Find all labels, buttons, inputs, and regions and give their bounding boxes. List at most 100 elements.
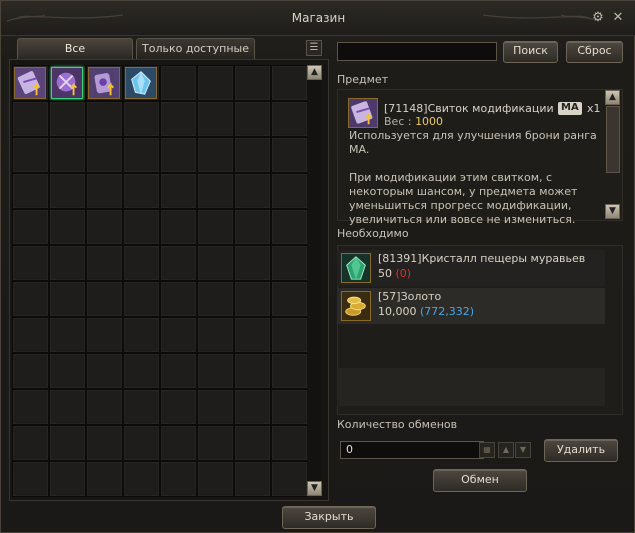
title-bar[interactable]: Магазин ⚙ ✕	[1, 1, 635, 36]
grid-slot-empty[interactable]	[86, 461, 123, 497]
grid-slot-empty[interactable]	[86, 317, 123, 353]
grid-slot-empty[interactable]	[123, 137, 160, 173]
grid-slot-empty[interactable]	[160, 173, 197, 209]
reset-button[interactable]: Сброс	[566, 41, 623, 63]
grid-slot-empty[interactable]	[197, 101, 234, 137]
grid-slot-empty[interactable]	[12, 461, 49, 497]
list-view-icon[interactable]: ☰	[306, 40, 322, 56]
grid-scrollbar[interactable]	[307, 65, 321, 495]
grid-slot-empty[interactable]	[123, 353, 160, 389]
grid-slot-item[interactable]	[12, 65, 49, 101]
grid-slot-empty[interactable]	[12, 317, 49, 353]
grid-slot-empty[interactable]	[86, 245, 123, 281]
grid-slot-empty[interactable]	[271, 389, 308, 425]
grid-slot-empty[interactable]	[234, 281, 271, 317]
grid-slot-empty[interactable]	[49, 209, 86, 245]
grid-slot-empty[interactable]	[49, 353, 86, 389]
grid-slot-empty[interactable]	[49, 137, 86, 173]
grid-slot-empty[interactable]	[197, 173, 234, 209]
grid-slot-empty[interactable]	[197, 209, 234, 245]
close-button[interactable]: Закрыть	[282, 506, 376, 529]
grid-slot-empty[interactable]	[160, 317, 197, 353]
grid-slot-empty[interactable]	[86, 353, 123, 389]
grid-slot-empty[interactable]	[49, 425, 86, 461]
grid-slot-empty[interactable]	[271, 425, 308, 461]
grid-slot-empty[interactable]	[160, 425, 197, 461]
grid-slot-empty[interactable]	[234, 425, 271, 461]
grid-slot-empty[interactable]	[234, 101, 271, 137]
grid-slot-empty[interactable]	[234, 389, 271, 425]
grid-slot-empty[interactable]	[234, 173, 271, 209]
search-input[interactable]	[337, 42, 497, 61]
grid-slot-empty[interactable]	[271, 209, 308, 245]
window-settings-icon[interactable]: ⚙	[591, 11, 605, 25]
grid-slot-item[interactable]	[49, 65, 86, 101]
description-scroll-down-icon[interactable]: ▼	[605, 204, 620, 219]
grid-slot-empty[interactable]	[271, 353, 308, 389]
grid-slot-empty[interactable]	[86, 137, 123, 173]
grid-slot-empty[interactable]	[86, 281, 123, 317]
grid-slot-empty[interactable]	[234, 317, 271, 353]
calculator-icon[interactable]: ▦	[479, 442, 495, 458]
grid-slot-empty[interactable]	[160, 65, 197, 101]
grid-slot-empty[interactable]	[197, 389, 234, 425]
grid-slot-empty[interactable]	[12, 173, 49, 209]
description-scroll-thumb[interactable]	[606, 106, 620, 173]
count-increase-icon[interactable]: ▲	[498, 442, 514, 458]
description-scroll-up-icon[interactable]: ▲	[605, 90, 620, 105]
grid-slot-empty[interactable]	[234, 65, 271, 101]
grid-slot-empty[interactable]	[12, 281, 49, 317]
grid-slot-empty[interactable]	[86, 425, 123, 461]
tab-available-only[interactable]: Только доступные	[136, 38, 255, 59]
grid-slot-empty[interactable]	[271, 281, 308, 317]
grid-slot-empty[interactable]	[123, 101, 160, 137]
grid-slot-empty[interactable]	[49, 245, 86, 281]
grid-slot-empty[interactable]	[197, 245, 234, 281]
grid-slot-empty[interactable]	[12, 353, 49, 389]
grid-slot-empty[interactable]	[197, 317, 234, 353]
grid-slot-empty[interactable]	[271, 245, 308, 281]
grid-slot-empty[interactable]	[197, 353, 234, 389]
grid-slot-item[interactable]	[86, 65, 123, 101]
grid-slot-empty[interactable]	[123, 389, 160, 425]
grid-slot-empty[interactable]	[271, 137, 308, 173]
grid-slot-empty[interactable]	[123, 281, 160, 317]
grid-slot-empty[interactable]	[197, 137, 234, 173]
grid-slot-empty[interactable]	[123, 317, 160, 353]
grid-slot-empty[interactable]	[123, 425, 160, 461]
close-icon[interactable]: ✕	[611, 11, 625, 25]
grid-slot-empty[interactable]	[49, 173, 86, 209]
grid-slot-empty[interactable]	[12, 425, 49, 461]
grid-slot-empty[interactable]	[271, 173, 308, 209]
grid-scroll-down-icon[interactable]: ▼	[307, 481, 322, 496]
grid-slot-empty[interactable]	[160, 245, 197, 281]
search-button[interactable]: Поиск	[503, 41, 558, 63]
grid-slot-empty[interactable]	[49, 389, 86, 425]
grid-slot-empty[interactable]	[123, 209, 160, 245]
requirement-row[interactable]: [57]Золото 10,000 (772,332)	[337, 288, 605, 324]
grid-slot-empty[interactable]	[197, 425, 234, 461]
grid-slot-item[interactable]	[123, 65, 160, 101]
grid-slot-empty[interactable]	[49, 461, 86, 497]
grid-slot-empty[interactable]	[234, 461, 271, 497]
grid-slot-empty[interactable]	[234, 245, 271, 281]
grid-slot-empty[interactable]	[86, 173, 123, 209]
grid-slot-empty[interactable]	[86, 101, 123, 137]
grid-slot-empty[interactable]	[49, 281, 86, 317]
grid-slot-empty[interactable]	[197, 65, 234, 101]
grid-scroll-up-icon[interactable]: ▲	[307, 65, 322, 80]
grid-slot-empty[interactable]	[86, 389, 123, 425]
grid-slot-empty[interactable]	[271, 461, 308, 497]
grid-slot-empty[interactable]	[160, 353, 197, 389]
exchange-button[interactable]: Обмен	[433, 469, 527, 492]
requirement-row[interactable]: [81391]Кристалл пещеры муравьев 50 (0)	[337, 250, 605, 286]
grid-slot-empty[interactable]	[197, 461, 234, 497]
grid-slot-empty[interactable]	[271, 101, 308, 137]
grid-slot-empty[interactable]	[271, 317, 308, 353]
grid-slot-empty[interactable]	[12, 245, 49, 281]
grid-slot-empty[interactable]	[123, 173, 160, 209]
grid-slot-empty[interactable]	[12, 209, 49, 245]
grid-slot-empty[interactable]	[12, 137, 49, 173]
grid-slot-empty[interactable]	[160, 389, 197, 425]
scroll-upgrade-icon[interactable]	[348, 98, 378, 128]
